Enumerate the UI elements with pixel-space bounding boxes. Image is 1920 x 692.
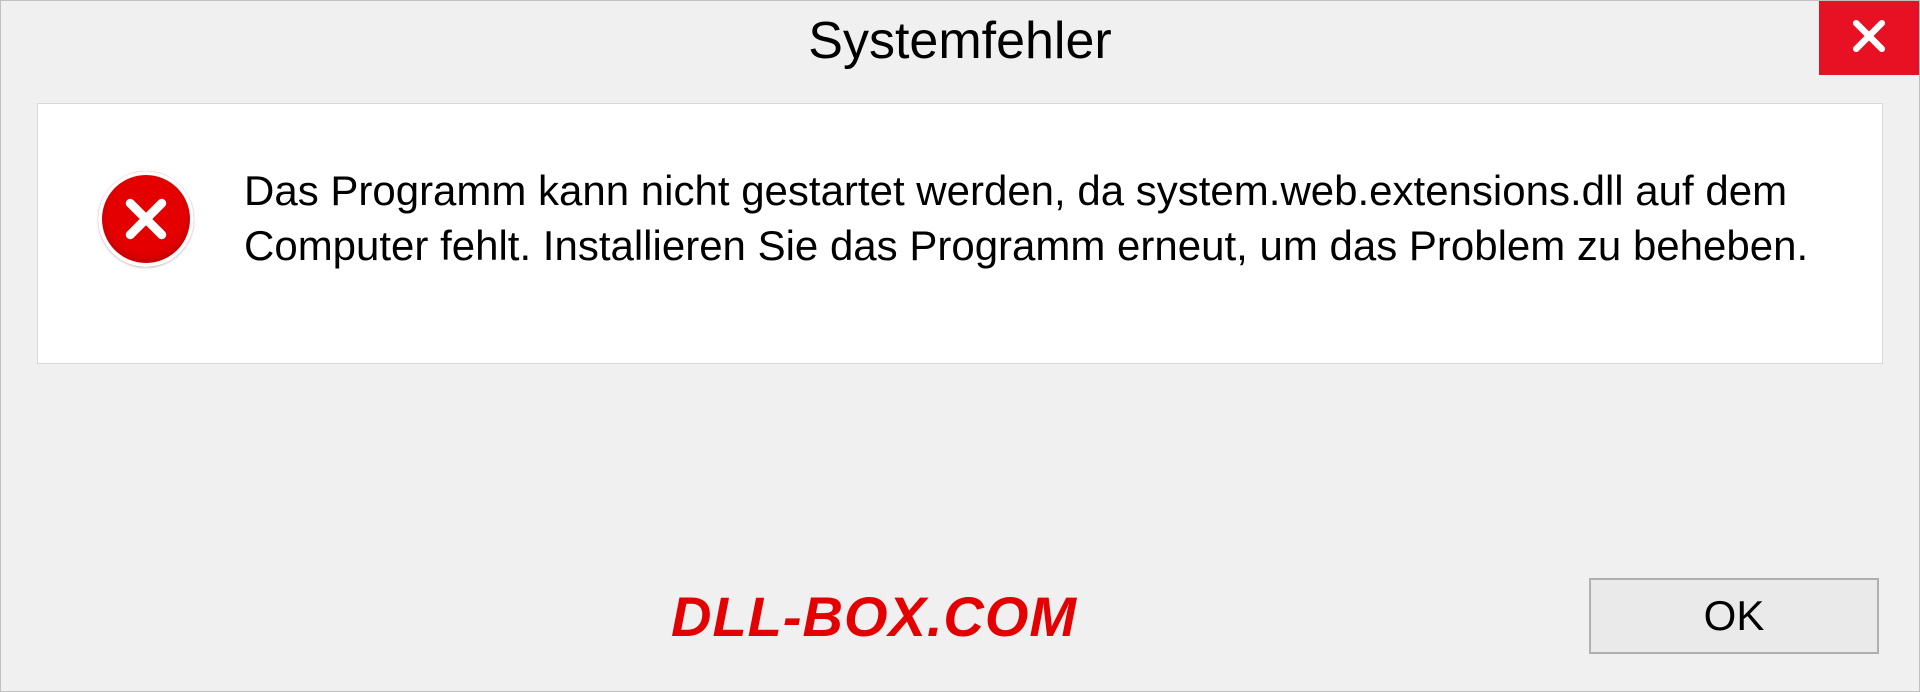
- close-icon: [1847, 14, 1891, 63]
- ok-button[interactable]: OK: [1589, 578, 1879, 654]
- error-message: Das Programm kann nicht gestartet werden…: [244, 164, 1822, 273]
- titlebar: Systemfehler: [1, 1, 1919, 81]
- watermark-text: DLL-BOX.COM: [41, 584, 1077, 649]
- error-icon: [98, 171, 194, 267]
- error-dialog: Systemfehler Das Programm kann nicht ges…: [0, 0, 1920, 692]
- content-panel: Das Programm kann nicht gestartet werden…: [37, 103, 1883, 364]
- dialog-footer: DLL-BOX.COM OK: [1, 561, 1919, 691]
- close-button[interactable]: [1819, 1, 1919, 75]
- dialog-title: Systemfehler: [808, 11, 1111, 71]
